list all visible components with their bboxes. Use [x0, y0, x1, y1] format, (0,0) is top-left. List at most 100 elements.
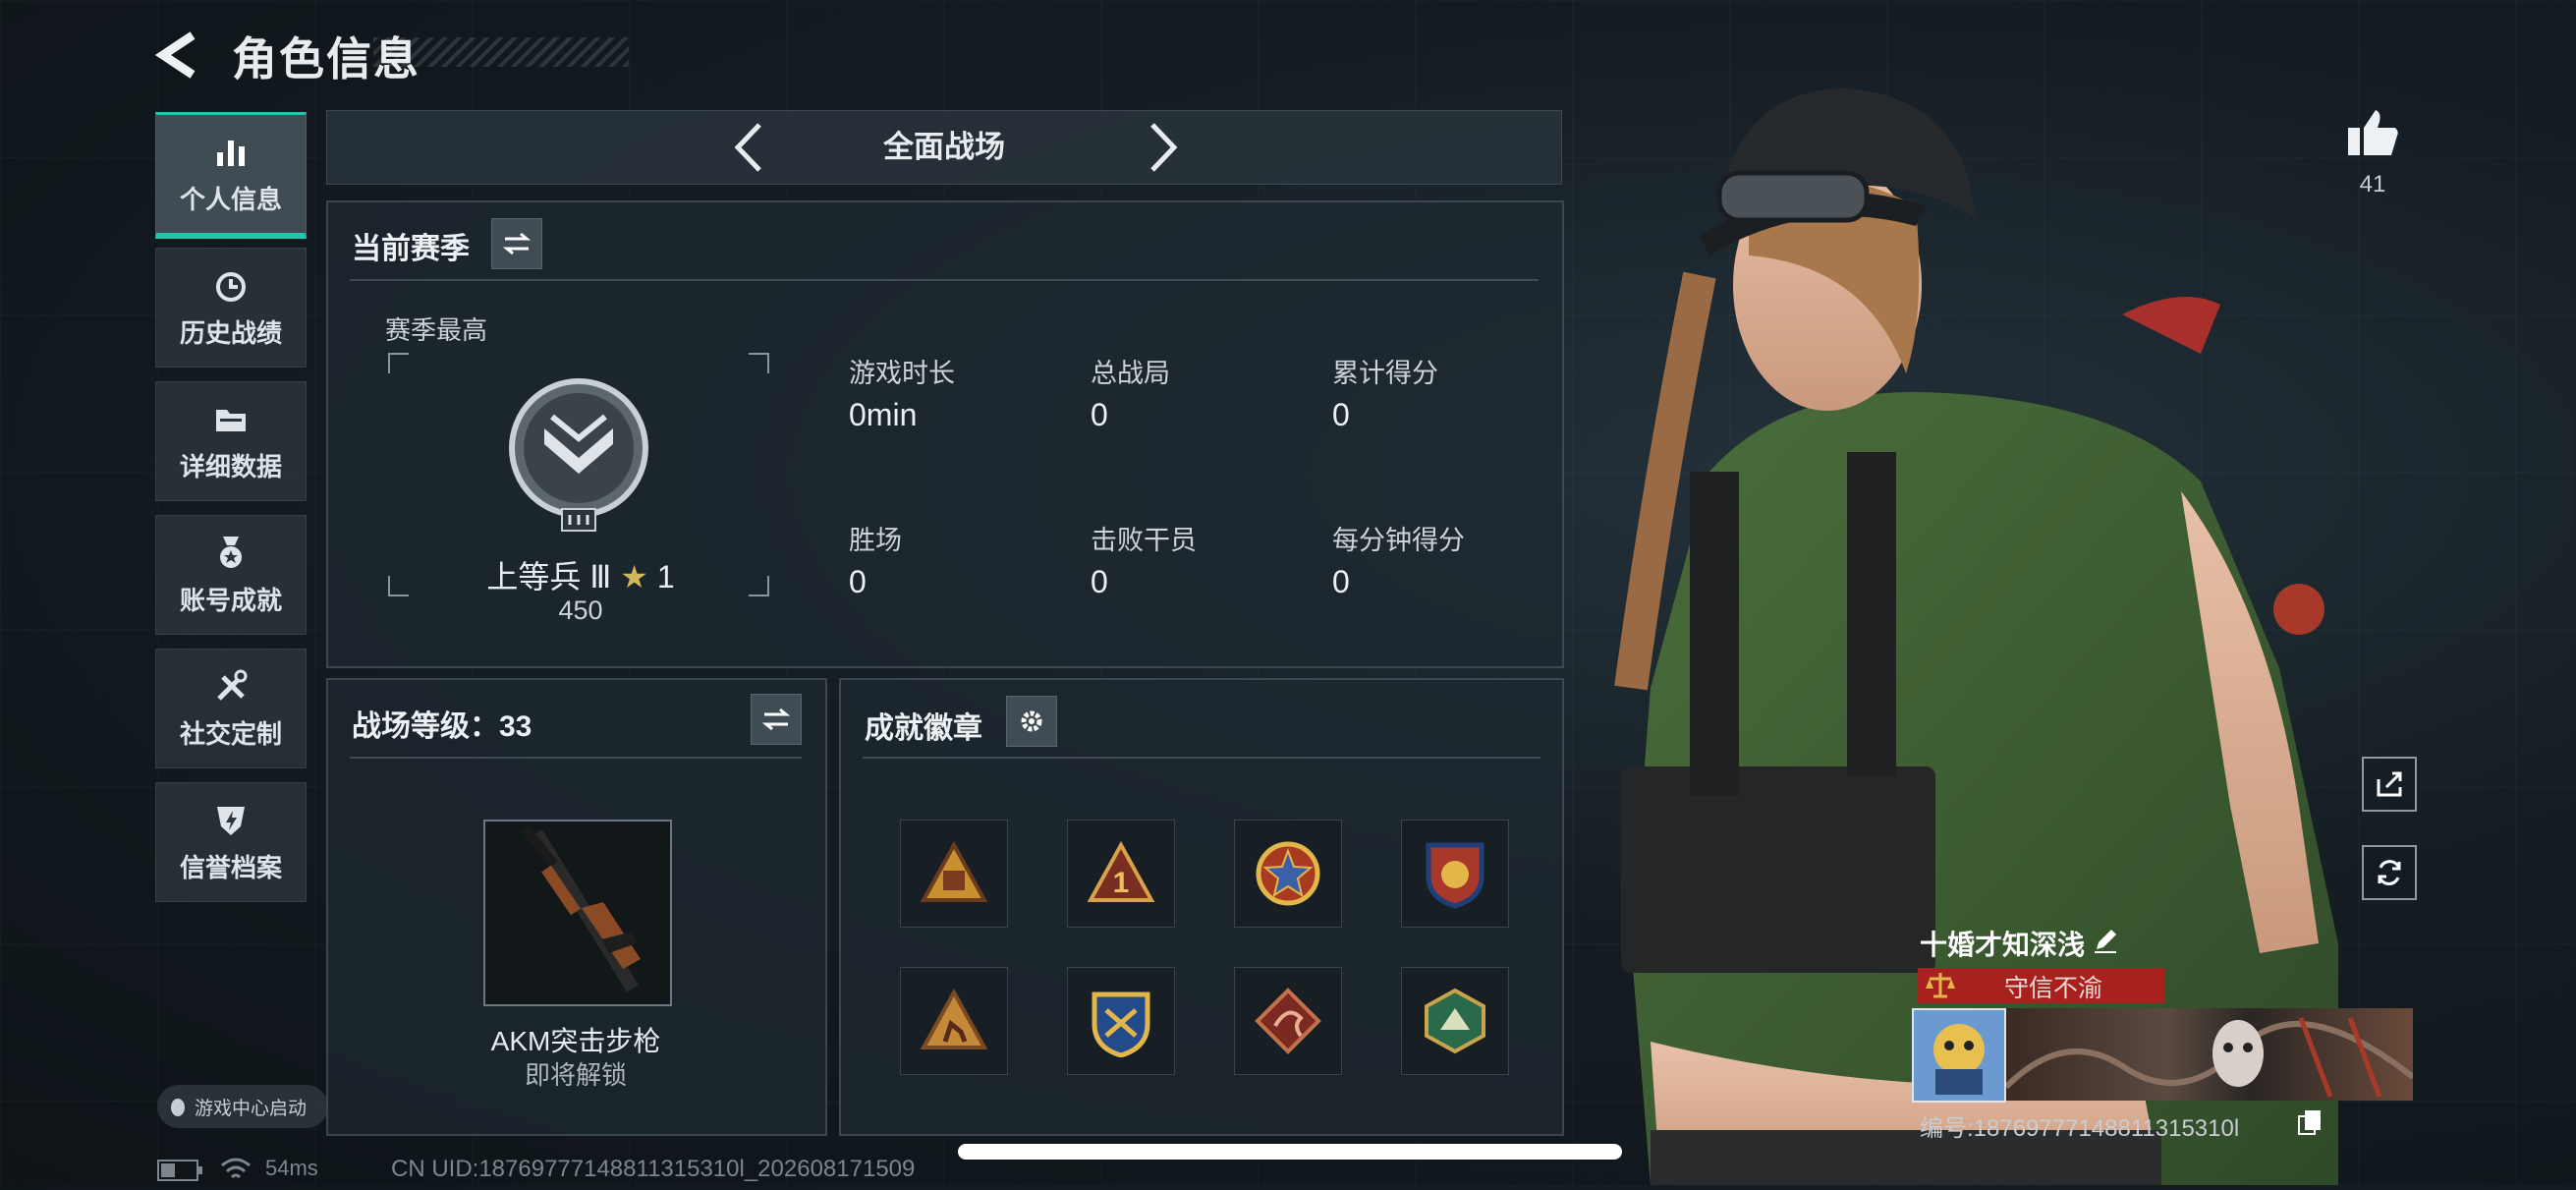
player-name: 十婚才知深浅: [1920, 930, 2086, 960]
crest-blue-badge: [1092, 992, 1150, 1057]
sidebar-item-label: 历史战绩: [179, 317, 282, 348]
stat-value: 0: [1091, 397, 1108, 432]
sidebar-item-profile[interactable]: 个人信息: [155, 112, 307, 239]
chevron-left-icon: [734, 123, 761, 172]
stat-label: 击败干员: [1091, 526, 1197, 555]
penguin-icon: [171, 1099, 185, 1116]
badge-triangle-one[interactable]: 1: [1067, 820, 1175, 928]
star-icon: ★: [620, 559, 648, 595]
back-button[interactable]: [153, 28, 208, 83]
stat-value: 0: [1091, 564, 1108, 599]
level-switch-button[interactable]: [751, 694, 802, 745]
tools-icon: [217, 669, 248, 701]
stat-value: 0: [1332, 564, 1350, 599]
title-decoration: [373, 37, 629, 67]
sidebar-item-label: 社交定制: [179, 718, 282, 749]
chevron-right-icon: [1150, 123, 1178, 172]
badge-hex-green[interactable]: [1401, 967, 1509, 1075]
rank-emblem-icon: [509, 378, 648, 532]
bar-chart-icon: [217, 140, 245, 166]
achievements-divider: [863, 757, 1540, 759]
badge-dragon-red[interactable]: [1234, 967, 1342, 1075]
mode-title: 全面战场: [883, 130, 1005, 164]
stat-label: 总战局: [1091, 359, 1170, 388]
sidebar-item-social[interactable]: 社交定制: [155, 649, 307, 768]
swap-icon: [761, 708, 791, 731]
pencil-icon: [2095, 930, 2116, 953]
badge-crest-blue[interactable]: [1067, 967, 1175, 1075]
medal-icon: [220, 536, 242, 568]
level-title: 战场等级：33: [352, 710, 532, 743]
prev-mode-button[interactable]: [720, 121, 779, 174]
mode-selector: 全面战场: [326, 110, 1562, 185]
player-avatar[interactable]: [1912, 1008, 2006, 1103]
triangle-gold-badge: [920, 841, 988, 902]
season-best-label: 赛季最高: [385, 315, 488, 345]
rank-stars: 1: [656, 559, 675, 595]
weapon-status: 即将解锁: [524, 1060, 627, 1090]
sidebar-item-credit[interactable]: 信誉档案: [155, 782, 307, 902]
badge-shield-blue[interactable]: [1401, 820, 1509, 928]
sidebar-item-label: 个人信息: [179, 184, 282, 214]
name-card-art: [2003, 1017, 2415, 1098]
sidebar-item-details[interactable]: 详细数据: [155, 381, 307, 501]
season-title: 当前赛季: [352, 233, 470, 265]
footer-uid: CN UID:18769777148811315310l_20260817150…: [391, 1156, 916, 1182]
stat-value: 0: [849, 564, 867, 599]
stat-value: 0: [1332, 397, 1350, 432]
player-uid: 编号:18769777148811315310l: [1920, 1115, 2240, 1142]
next-mode-button[interactable]: [1133, 121, 1192, 174]
sidebar-item-label: 账号成就: [179, 585, 282, 615]
level-divider: [350, 757, 802, 759]
honor-title: 守信不渝: [2004, 975, 2103, 1002]
level-panel: 战场等级：33 AKM突击步枪 即将解锁: [326, 678, 827, 1136]
refresh-icon: [2378, 860, 2401, 885]
copy-uid-button[interactable]: [2297, 1108, 2323, 1141]
share-button[interactable]: [2362, 757, 2417, 812]
name-card-banner: [2003, 1008, 2415, 1101]
rank-name-row: 上等兵 Ⅲ ★ 1: [477, 552, 684, 597]
folder-icon: [216, 409, 246, 431]
battery-icon: [157, 1160, 204, 1186]
like-count: 41: [2359, 171, 2386, 198]
sidebar-item-label: 信誉档案: [179, 852, 282, 882]
stat-value: 0min: [849, 397, 918, 432]
achievements-settings-button[interactable]: [1006, 696, 1057, 747]
swap-icon: [502, 232, 532, 255]
badge-star-wreath[interactable]: [1234, 820, 1342, 928]
star-wreath-badge: [1256, 841, 1320, 906]
stat-label: 每分钟得分: [1332, 526, 1465, 555]
copy-icon: [2298, 1110, 2321, 1135]
history-clock-icon: [216, 271, 246, 302]
scales-icon: [1924, 969, 1957, 1007]
like-button[interactable]: [2344, 106, 2401, 164]
rank-emblem: [505, 377, 652, 539]
sidebar-item-label: 详细数据: [179, 451, 282, 482]
gear-icon: [1021, 710, 1042, 732]
home-indicator[interactable]: [958, 1144, 1622, 1160]
season-switch-button[interactable]: [491, 218, 542, 269]
refresh-button[interactable]: [2362, 845, 2417, 900]
stat-label: 累计得分: [1332, 359, 1438, 388]
achievements-title: 成就徽章: [865, 712, 982, 745]
hex-green-badge: [1425, 988, 1485, 1054]
rifle-icon: [521, 823, 641, 992]
sidebar-item-history[interactable]: 历史战绩: [155, 248, 307, 368]
ping-value: 54ms: [265, 1156, 318, 1180]
triangle-runner-badge: [920, 989, 988, 1049]
triangle-one-badge: 1: [1087, 841, 1155, 902]
sidebar-item-achievements[interactable]: 账号成就: [155, 515, 307, 635]
shield-blue-badge: [1426, 842, 1484, 909]
wifi-icon: [218, 1156, 253, 1188]
achievements-panel: 成就徽章 1: [839, 678, 1564, 1136]
rank-points: 450: [558, 595, 603, 625]
badge-triangle-runner[interactable]: [900, 967, 1008, 1075]
badge-triangle-gold[interactable]: [900, 820, 1008, 928]
stat-label: 游戏时长: [849, 359, 955, 388]
edit-name-button[interactable]: [2091, 926, 2120, 960]
weapon-card[interactable]: [483, 820, 672, 1006]
share-icon: [2377, 771, 2402, 797]
game-center-launch-button[interactable]: 游戏中心启动: [157, 1085, 328, 1128]
shield-bolt-icon: [217, 806, 245, 835]
launch-label: 游戏中心启动: [195, 1098, 308, 1119]
